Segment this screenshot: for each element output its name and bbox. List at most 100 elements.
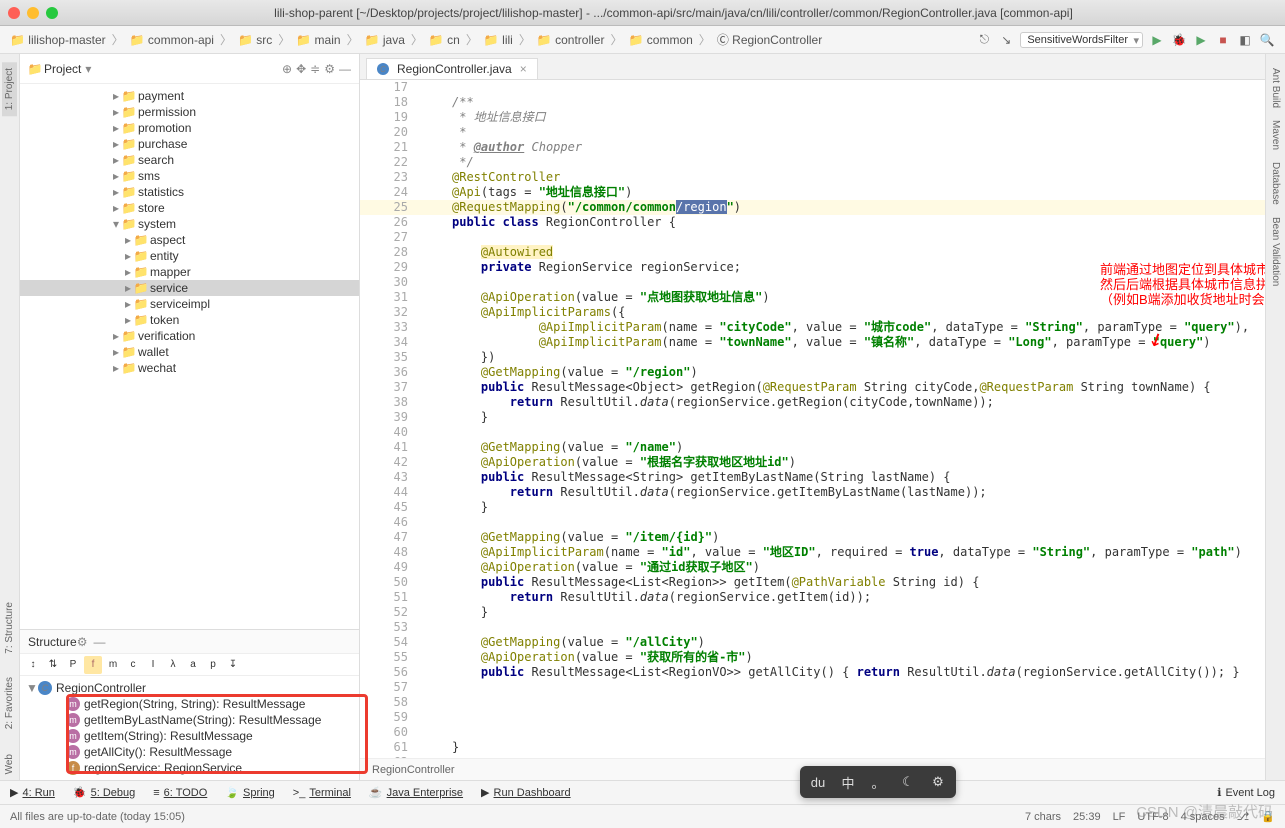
coverage-icon[interactable]: ▶ [1193,32,1209,48]
float-widget[interactable]: du 中 。 ☾ ⚙ [800,766,956,798]
structure-item[interactable]: mgetItemByLastName(String): ResultMessag… [20,712,359,728]
tree-item[interactable]: ▸📁aspect [20,232,359,248]
method-icon: m [66,729,80,743]
left-tab-web[interactable]: Web [2,748,17,780]
structure-item[interactable]: mgetRegion(String, String): ResultMessag… [20,696,359,712]
tree-item[interactable]: ▸📁wallet [20,344,359,360]
expand-icon[interactable]: ✥ [296,62,306,76]
folder-icon: 📁 [122,169,136,183]
tree-item[interactable]: ▸📁statistics [20,184,359,200]
structure-item[interactable]: mgetAllCity(): ResultMessage [20,744,359,760]
hide-icon[interactable]: — [93,635,105,649]
toolwin-item[interactable]: ▶4: Run [10,786,55,799]
down-arrow-icon[interactable]: ↘ [998,32,1014,48]
breadcrumb-item[interactable]: 📁 lilishop-master [10,33,106,47]
debug-icon[interactable]: 🐞 [1171,32,1187,48]
breadcrumb-item[interactable]: Ⓒ RegionController [717,31,822,48]
target-icon[interactable]: ⊕ [282,62,292,76]
event-log[interactable]: ℹ Event Log [1217,786,1275,799]
toolwin-item[interactable]: 🍃Spring [225,786,275,799]
status-pos[interactable]: 25:39 [1073,811,1101,823]
structure-root[interactable]: RegionController [56,681,146,695]
close-tab-icon[interactable]: × [520,62,527,76]
toolwin-item[interactable]: ☕Java Enterprise [369,786,463,799]
toolwin-item[interactable]: 🐞5: Debug [73,786,135,799]
widget-icon-4[interactable]: ☾ [894,770,922,794]
project-tree[interactable]: ▸📁payment▸📁permission▸📁promotion▸📁purcha… [20,84,359,629]
filter-i-icon[interactable]: I [144,656,162,674]
editor-crumb-item[interactable]: RegionController [372,764,455,776]
left-tab-structure[interactable]: 7: Structure [2,596,17,660]
folder-icon: 📁 [134,281,148,295]
tree-item[interactable]: ▸📁promotion [20,120,359,136]
tree-item[interactable]: ▸📁payment [20,88,359,104]
filter-p-icon[interactable]: P [64,656,82,674]
tree-item[interactable]: ▸📁sms [20,168,359,184]
collapse-icon[interactable]: ≑ [310,62,320,76]
tree-item[interactable]: ▸📁wechat [20,360,359,376]
minimize-window-icon[interactable] [27,7,39,19]
filter-a-icon[interactable]: a [184,656,202,674]
structure-item[interactable]: mgetItem(String): ResultMessage [20,728,359,744]
widget-icon-5[interactable]: ⚙ [924,770,952,794]
right-tab-maven[interactable]: Maven [1268,114,1283,156]
expand-all-icon[interactable]: ↧ [224,656,242,674]
gear-icon[interactable]: ⚙ [324,62,335,76]
tree-item[interactable]: ▸📁search [20,152,359,168]
editor-tab[interactable]: C RegionController.java × [366,58,538,79]
filter-lambda-icon[interactable]: λ [164,656,182,674]
tree-item[interactable]: ▸📁entity [20,248,359,264]
run-icon[interactable]: ▶ [1149,32,1165,48]
filter-f-icon[interactable]: f [84,656,102,674]
toolwin-item[interactable]: >_Terminal [293,786,351,799]
tree-item[interactable]: ▸📁service [20,280,359,296]
tree-item[interactable]: ▸📁purchase [20,136,359,152]
breadcrumb-item[interactable]: 📁 src [238,33,272,47]
stop-icon[interactable]: ■ [1215,32,1231,48]
toolwin-item[interactable]: ≡6: TODO [153,786,207,799]
tree-item[interactable]: ▸📁serviceimpl [20,296,359,312]
tree-item[interactable]: ▸📁mapper [20,264,359,280]
sort-icon[interactable]: ⇅ [44,656,62,674]
sort-az-icon[interactable]: ↕ [24,656,42,674]
tree-item[interactable]: ▾📁system [20,216,359,232]
breadcrumb-item[interactable]: 📁 controller [537,33,605,47]
hide-icon[interactable]: — [339,62,351,76]
left-tab-project[interactable]: 1: Project [2,62,17,116]
layout-icon[interactable]: ◧ [1237,32,1253,48]
widget-icon-1[interactable]: du [804,770,832,794]
run-config-select[interactable]: SensitiveWordsFilter [1020,32,1143,48]
close-window-icon[interactable] [8,7,20,19]
window-controls[interactable] [8,7,58,19]
breadcrumb-item[interactable]: 📁 main [296,33,340,47]
filter-m-icon[interactable]: m [104,656,122,674]
toolwin-item[interactable]: ▶Run Dashboard [481,786,571,799]
left-tab-favorites[interactable]: 2: Favorites [2,671,17,735]
structure-item[interactable]: fregionService: RegionService [20,760,359,776]
right-tab-beanval[interactable]: Bean Validation [1268,211,1283,292]
maximize-window-icon[interactable] [46,7,58,19]
status-chars: 7 chars [1025,811,1061,823]
search-icon[interactable]: 🔍 [1259,32,1275,48]
tree-item[interactable]: ▸📁token [20,312,359,328]
status-lf[interactable]: LF [1113,811,1126,823]
tree-item[interactable]: ▸📁verification [20,328,359,344]
breadcrumb-item[interactable]: 📁 java [365,33,405,47]
breadcrumb[interactable]: 📁 lilishop-master〉📁 common-api〉📁 src〉📁 m… [10,31,822,48]
right-tab-database[interactable]: Database [1268,156,1283,211]
widget-icon-3[interactable]: 。 [864,770,892,794]
widget-icon-2[interactable]: 中 [834,770,862,794]
gear-icon[interactable]: ⚙ [77,635,88,649]
exit-icon[interactable]: ⎋ [976,32,992,48]
code-editor[interactable]: 1718/**19 * 地址信息接口20 *21 * @author Chopp… [360,80,1265,758]
tree-item[interactable]: ▸📁store [20,200,359,216]
right-tab-ant[interactable]: Ant Build [1268,62,1283,114]
tree-item[interactable]: ▸📁permission [20,104,359,120]
structure-tree[interactable]: ▼ C RegionController mgetRegion(String, … [20,676,359,780]
breadcrumb-item[interactable]: 📁 common [629,33,693,47]
breadcrumb-item[interactable]: 📁 lili [484,33,513,47]
filter-p2-icon[interactable]: p [204,656,222,674]
filter-c-icon[interactable]: c [124,656,142,674]
breadcrumb-item[interactable]: 📁 common-api [130,33,214,47]
breadcrumb-item[interactable]: 📁 cn [429,33,460,47]
